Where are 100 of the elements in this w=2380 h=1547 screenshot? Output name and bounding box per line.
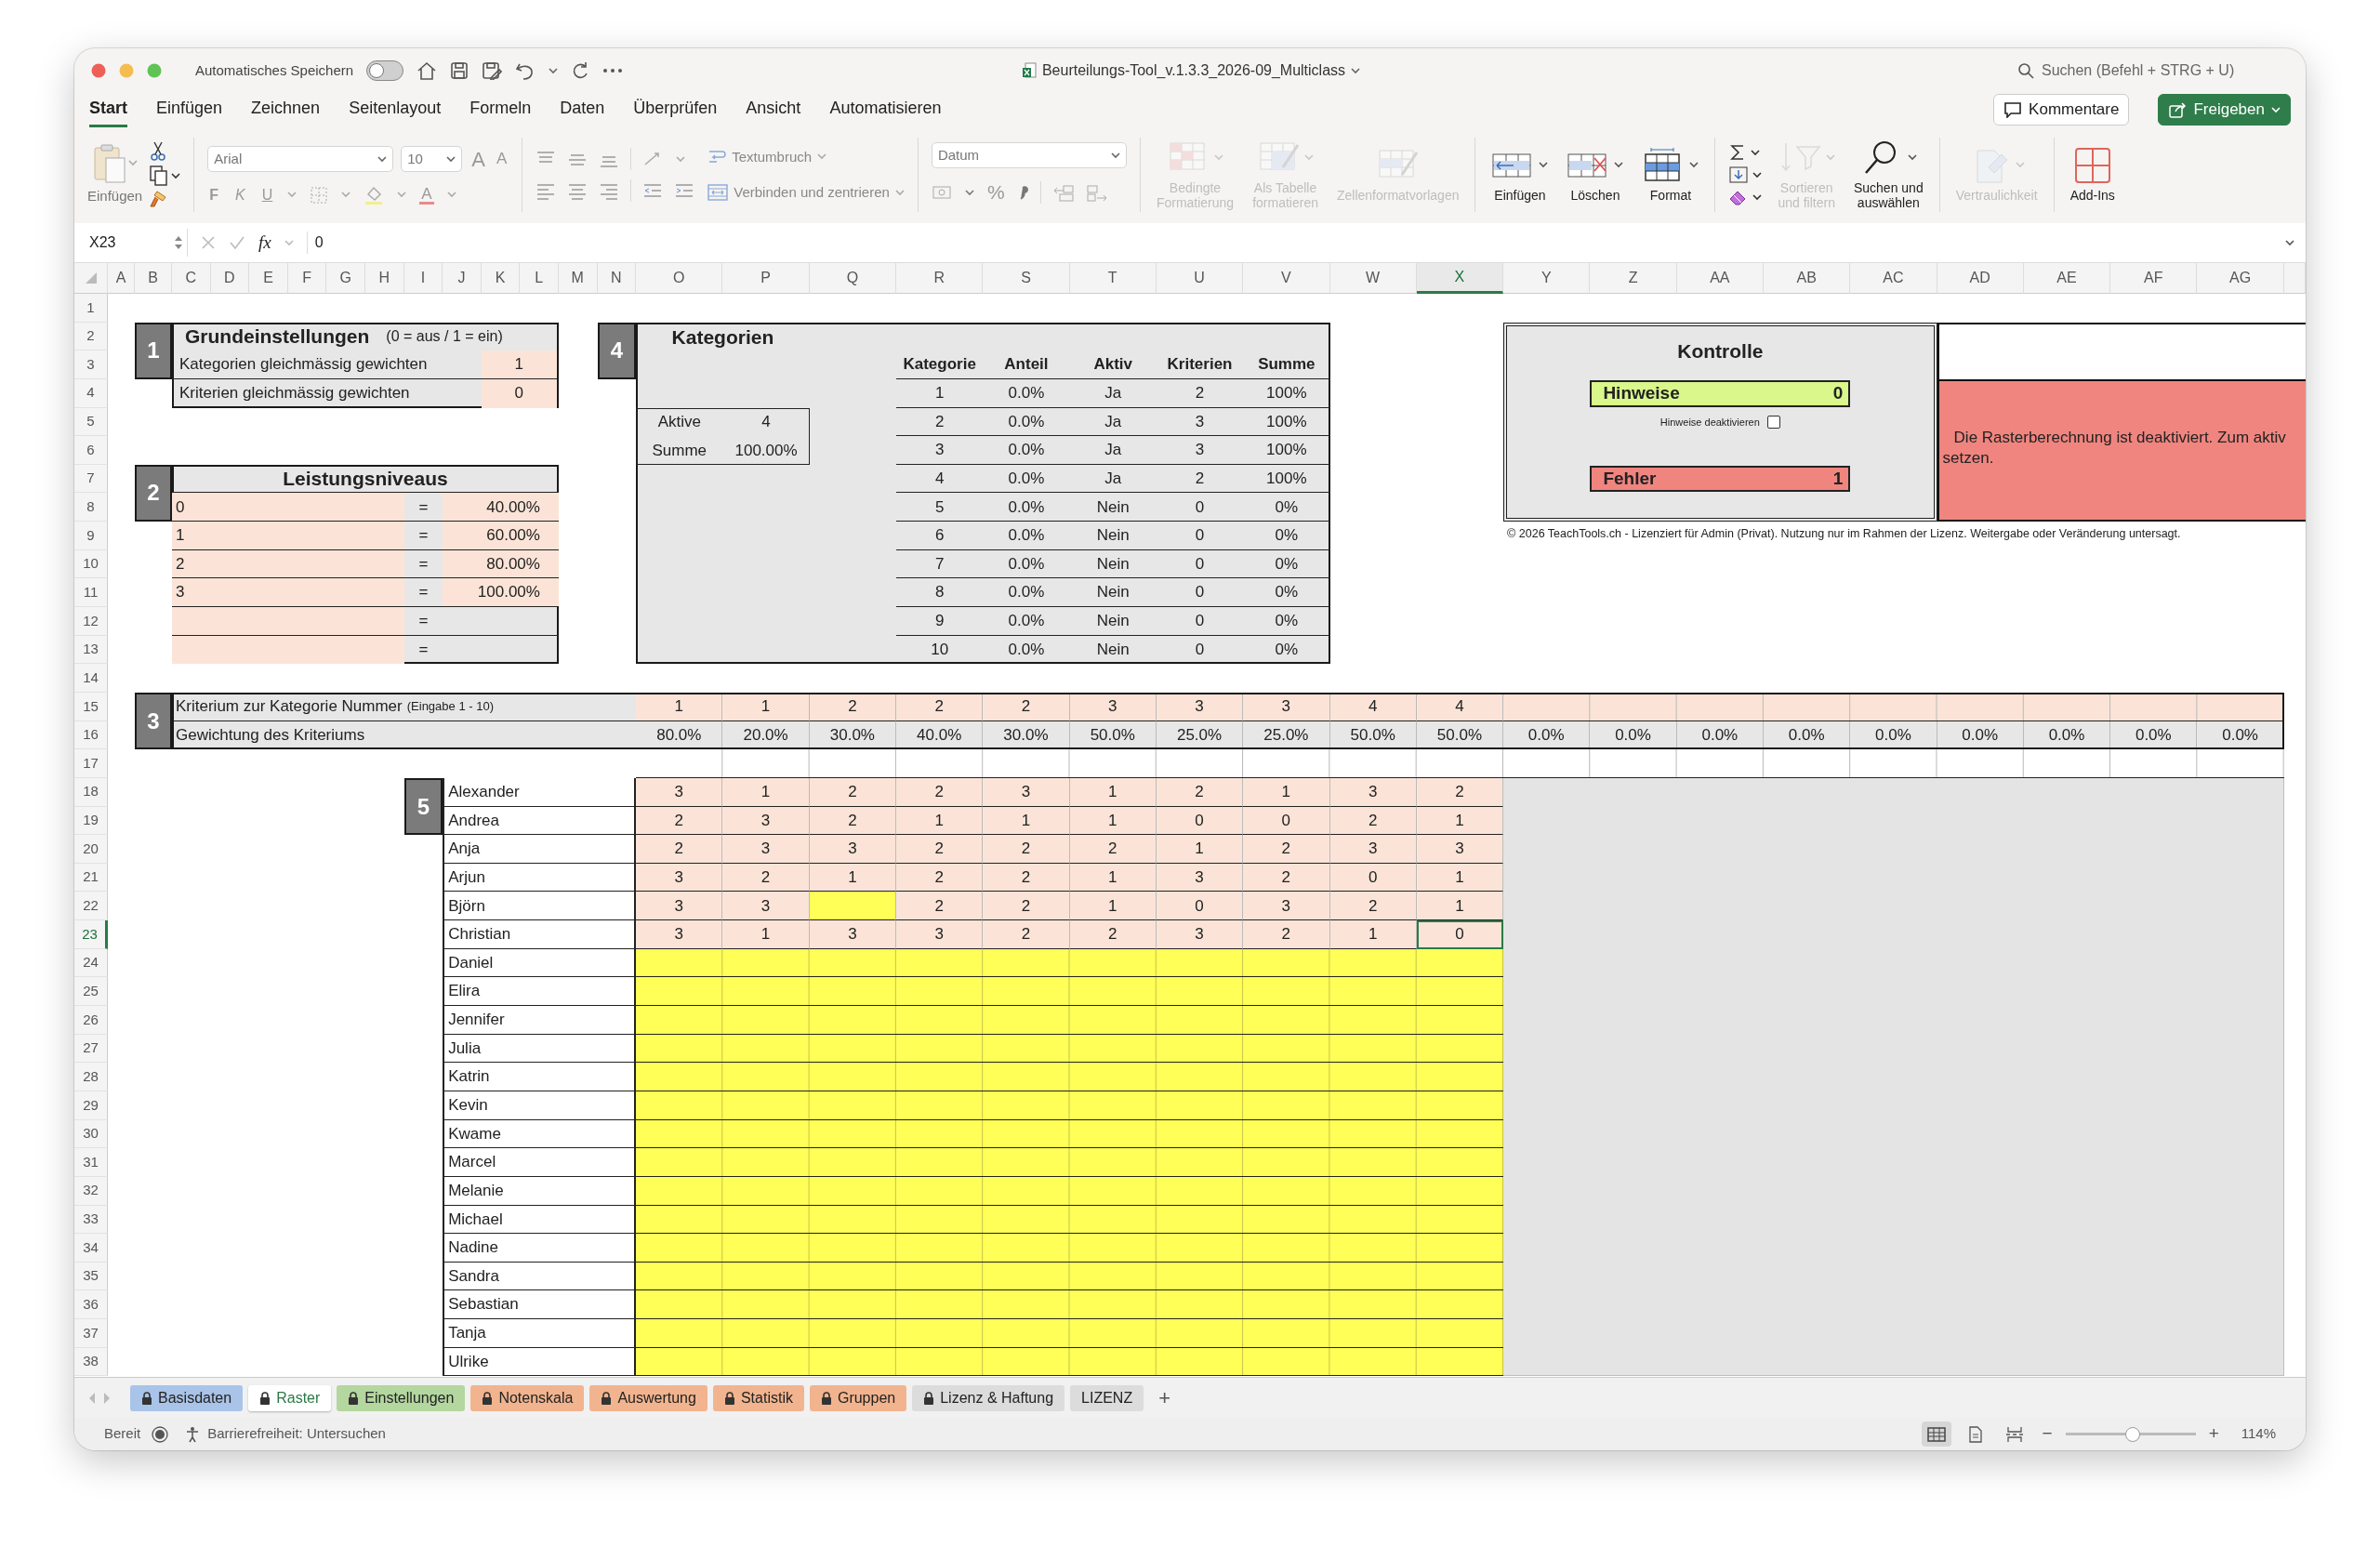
ribbon-tab[interactable]: Überprüfen — [633, 92, 718, 127]
score-cell[interactable]: 2 — [1156, 777, 1244, 807]
row-header[interactable]: 23 — [74, 920, 108, 949]
score-cell[interactable]: 1 — [1416, 806, 1504, 836]
score-cell[interactable]: 2 — [636, 835, 723, 864]
row-header[interactable]: 32 — [74, 1176, 108, 1206]
level-label[interactable]: 2 — [172, 549, 404, 579]
row-header[interactable]: 4 — [74, 378, 108, 408]
student-name[interactable]: Andrea — [443, 806, 637, 836]
ribbon-tab[interactable]: Einfügen — [156, 92, 223, 127]
column-header[interactable]: B — [135, 263, 172, 294]
student-name[interactable]: Kevin — [443, 1091, 637, 1120]
score-cell[interactable]: 3 — [1329, 835, 1417, 864]
score-cell[interactable]: 2 — [983, 892, 1070, 921]
ribbon-command-button[interactable]: Format — [1639, 146, 1702, 204]
column-header[interactable]: F — [287, 263, 327, 294]
column-header[interactable]: X — [1416, 263, 1504, 294]
score-cell[interactable]: 2 — [896, 863, 984, 892]
column-header[interactable]: I — [403, 263, 443, 294]
score-cell[interactable]: 1 — [809, 863, 896, 892]
score-cell[interactable]: 2 — [1069, 920, 1157, 949]
column-header[interactable]: O — [636, 263, 723, 294]
column-header[interactable]: AB — [1764, 263, 1851, 294]
copy-icon[interactable] — [150, 165, 169, 186]
student-name[interactable]: Michael — [443, 1205, 637, 1235]
column-header[interactable]: T — [1069, 263, 1157, 294]
caret-icon[interactable] — [1614, 162, 1624, 169]
score-cell[interactable]: 2 — [1329, 892, 1417, 921]
student-name[interactable]: Anja — [443, 835, 637, 864]
macro-record-icon[interactable] — [152, 1425, 169, 1443]
ribbon-tab[interactable]: Automatisieren — [829, 92, 942, 127]
row-header[interactable]: 2 — [74, 322, 108, 351]
row-header[interactable]: 33 — [74, 1205, 108, 1235]
column-header[interactable]: A — [108, 263, 135, 294]
level-input-cell[interactable] — [172, 635, 404, 665]
score-cell[interactable]: 3 — [722, 835, 810, 864]
row-header[interactable]: 22 — [74, 892, 108, 921]
score-cell[interactable]: 1 — [1069, 777, 1157, 807]
row-header[interactable]: 15 — [74, 692, 108, 721]
close-button[interactable] — [91, 63, 106, 78]
score-cell[interactable]: 2 — [809, 777, 896, 807]
score-cell[interactable]: 3 — [809, 920, 896, 949]
zoom-out-button[interactable]: − — [2040, 1421, 2055, 1448]
column-header[interactable]: N — [597, 263, 637, 294]
score-cell[interactable]: 2 — [1069, 835, 1157, 864]
search-field[interactable]: Suchen (Befehl + STRG + U) — [2040, 59, 2291, 83]
row-header[interactable]: 36 — [74, 1290, 108, 1320]
row-header[interactable]: 34 — [74, 1234, 108, 1263]
score-cell[interactable]: 1 — [983, 806, 1070, 836]
column-header[interactable]: Q — [809, 263, 896, 294]
column-header[interactable]: Y — [1503, 263, 1591, 294]
row-header[interactable]: 30 — [74, 1119, 108, 1149]
column-header[interactable]: AC — [1850, 263, 1937, 294]
student-name[interactable]: Katrin — [443, 1063, 637, 1091]
sheet-tab[interactable]: Einstellungen — [337, 1384, 466, 1411]
category-number-cell[interactable]: 4 — [1416, 692, 1504, 721]
score-cell[interactable]: 1 — [896, 806, 984, 836]
column-header[interactable]: D — [210, 263, 250, 294]
student-name[interactable]: Kwame — [443, 1119, 637, 1149]
row-header[interactable]: 38 — [74, 1347, 108, 1377]
score-cell[interactable]: 1 — [1069, 863, 1157, 892]
column-header[interactable]: S — [983, 263, 1070, 294]
column-header[interactable]: E — [249, 263, 288, 294]
column-header[interactable]: AE — [2023, 263, 2111, 294]
student-name[interactable]: Marcel — [443, 1148, 637, 1177]
score-cell[interactable]: 3 — [722, 806, 810, 836]
sheet-tab[interactable]: Gruppen — [809, 1384, 907, 1411]
category-number-cell[interactable]: 1 — [722, 692, 810, 721]
level-label[interactable]: 1 — [172, 522, 404, 550]
score-cell[interactable]: 1 — [722, 777, 810, 807]
column-header[interactable]: V — [1243, 263, 1330, 294]
category-number-cell[interactable]: 2 — [896, 692, 984, 721]
student-name[interactable]: Melanie — [443, 1176, 637, 1206]
score-cell[interactable]: 0 — [1243, 806, 1330, 836]
student-name[interactable]: Sandra — [443, 1262, 637, 1291]
student-name[interactable]: Jennifer — [443, 1006, 637, 1035]
autosave-toggle[interactable] — [366, 60, 404, 81]
add-sheet-button[interactable]: + — [1157, 1382, 1173, 1413]
scissors-icon[interactable] — [150, 141, 167, 162]
row-header[interactable]: 16 — [74, 721, 108, 750]
level-percent[interactable]: 100.00% — [443, 578, 559, 608]
row-header[interactable]: 11 — [74, 578, 108, 608]
save-edit-icon[interactable] — [482, 61, 503, 80]
column-header[interactable]: Z — [1590, 263, 1677, 294]
ribbon-command-button[interactable]: Suchen und auswählen — [1850, 139, 1926, 211]
accessibility-button[interactable]: Barrierefreiheit: Untersuchen — [179, 1421, 391, 1447]
caret-icon[interactable] — [1752, 171, 1763, 178]
category-number-cell[interactable]: 1 — [636, 692, 723, 721]
column-header[interactable]: G — [326, 263, 365, 294]
row-header[interactable]: 17 — [74, 749, 108, 778]
score-cell[interactable]: 2 — [809, 806, 896, 836]
row-header[interactable]: 28 — [74, 1063, 108, 1091]
score-cell[interactable]: 0 — [1156, 892, 1244, 921]
student-name[interactable]: Tanja — [443, 1319, 637, 1348]
setting-value[interactable]: 1 — [481, 350, 557, 379]
row-header[interactable]: 20 — [74, 835, 108, 864]
fill-color-icon[interactable] — [364, 184, 385, 205]
student-name[interactable]: Julia — [443, 1034, 637, 1064]
caret-icon[interactable] — [446, 155, 456, 163]
setting-value[interactable]: 0 — [481, 378, 557, 408]
